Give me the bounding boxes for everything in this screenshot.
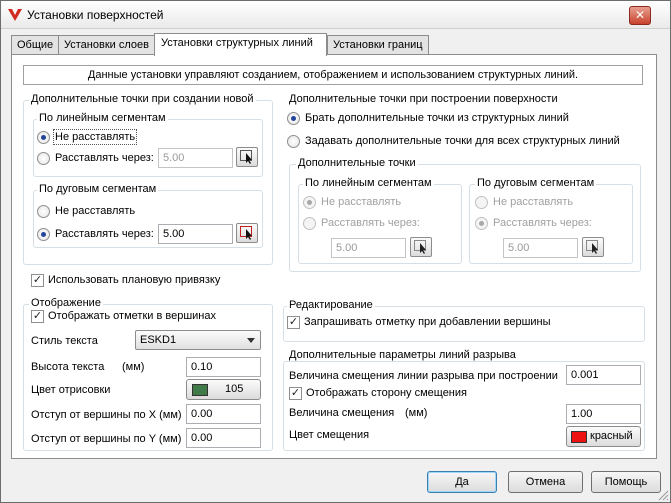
group-left-arc-title: По дуговым сегментам [37, 183, 159, 195]
plan-snap-label[interactable]: Использовать плановую привязку [48, 274, 220, 286]
group-points-on-create-title: Дополнительные точки при создании новой [29, 93, 256, 105]
show-side-checkbox[interactable]: ✓ [289, 387, 302, 400]
show-marks-checkbox[interactable]: ✓ [31, 310, 44, 323]
right-linear-every-radio[interactable] [303, 217, 316, 230]
right-arc-step-input[interactable]: 5.00 [503, 238, 578, 258]
draw-color-label: Цвет отрисовки [31, 384, 111, 396]
window-title: Установки поверхностей [27, 8, 164, 22]
break-offset-unit: (мм) [405, 407, 428, 419]
right-arc-pick-button[interactable] [582, 237, 604, 257]
right-arc-every-radio[interactable] [475, 217, 488, 230]
pick-distance-icon [414, 240, 426, 254]
right-linear-every-label[interactable]: Расставлять через: [321, 217, 420, 229]
left-linear-every-radio[interactable] [37, 152, 50, 165]
checkmark-icon: ✓ [32, 310, 43, 322]
left-linear-none-radio[interactable] [37, 131, 50, 144]
break-offset-build-label: Величина смещения линии разрыва при пост… [289, 370, 558, 382]
chevron-down-icon [247, 338, 255, 343]
left-arc-step-input[interactable]: 5.00 [158, 224, 233, 244]
left-arc-none-label[interactable]: Не расставлять [55, 205, 135, 217]
take-points-label[interactable]: Брать дополнительные точки из структурны… [305, 112, 569, 124]
break-offset-build-input[interactable]: 0.001 [566, 365, 641, 385]
resize-grip-icon[interactable] [657, 489, 669, 501]
tab-layers[interactable]: Установки слоев [58, 35, 155, 55]
checkmark-icon: ✓ [290, 387, 301, 399]
left-arc-every-radio[interactable] [37, 228, 50, 241]
color-swatch-icon [192, 384, 208, 396]
close-icon: ✕ [634, 8, 646, 22]
left-linear-every-label[interactable]: Расставлять через: [55, 152, 154, 164]
show-side-label[interactable]: Отображать сторону смещения [306, 387, 467, 399]
left-arc-none-radio[interactable] [37, 205, 50, 218]
take-points-radio[interactable] [287, 112, 300, 125]
right-linear-none-label[interactable]: Не расставлять [321, 196, 401, 208]
pick-distance-icon [240, 226, 252, 240]
break-color-button[interactable]: красный [566, 426, 641, 447]
plan-snap-checkbox[interactable]: ✓ [31, 274, 44, 287]
show-marks-label[interactable]: Отображать отметки в вершинах [48, 310, 216, 322]
group-right-linear-title: По линейным сегментам [303, 177, 434, 189]
break-color-value: красный [590, 430, 633, 442]
set-points-radio[interactable] [287, 135, 300, 148]
set-points-label[interactable]: Задавать дополнительные точки для всех с… [305, 135, 620, 147]
right-arc-none-radio[interactable] [475, 196, 488, 209]
draw-color-button[interactable]: 105 [186, 379, 261, 400]
checkmark-icon: ✓ [288, 316, 299, 328]
group-right-arc-title: По дуговым сегментам [475, 177, 597, 189]
title-bar: Установки поверхностей ✕ [1, 1, 670, 29]
break-offset-input[interactable]: 1.00 [566, 404, 641, 424]
right-linear-pick-button[interactable] [410, 237, 432, 257]
left-arc-every-label[interactable]: Расставлять через: [55, 228, 154, 240]
text-style-label: Стиль текста [31, 335, 98, 347]
left-linear-none-label[interactable]: Не расставлять [52, 129, 138, 145]
offset-y-input[interactable]: 0.00 [186, 428, 261, 448]
color-swatch-icon [571, 431, 587, 443]
help-button[interactable]: Помощь [591, 471, 661, 493]
right-linear-none-radio[interactable] [303, 196, 316, 209]
group-break-lines-title: Дополнительные параметры линий разрыва [287, 349, 518, 361]
checkmark-icon: ✓ [32, 274, 43, 286]
text-style-select[interactable]: ESKD1 [135, 330, 261, 350]
text-height-unit: (мм) [122, 361, 145, 373]
tab-structure-lines-active[interactable]: Установки структурных линий [154, 33, 327, 56]
text-style-value: ESKD1 [140, 334, 177, 346]
group-display-title: Отображение [29, 297, 103, 309]
ok-button[interactable]: Да [427, 471, 497, 493]
offset-x-label: Отступ от вершины по X (мм) [31, 409, 182, 421]
offset-y-label: Отступ от вершины по Y (мм) [31, 433, 182, 445]
left-linear-pick-button[interactable] [236, 147, 258, 167]
ask-mark-label[interactable]: Запрашивать отметку при добавлении верши… [304, 316, 551, 328]
group-left-linear-title: По линейным сегментам [37, 112, 168, 124]
draw-color-value: 105 [225, 383, 244, 395]
offset-x-input[interactable]: 0.00 [186, 404, 261, 424]
tab-general[interactable]: Общие [11, 35, 60, 55]
right-linear-step-input[interactable]: 5.00 [331, 238, 406, 258]
left-linear-step-input[interactable]: 5.00 [158, 148, 233, 168]
group-right-sub-title: Дополнительные точки [296, 157, 418, 169]
pick-distance-icon [240, 150, 252, 164]
left-arc-pick-button[interactable] [236, 223, 258, 243]
text-height-label: Высота текста [31, 361, 105, 373]
break-offset-label: Величина смещения [289, 407, 395, 419]
surface-settings-dialog: Установки поверхностей ✕ Общие Установки… [0, 0, 671, 503]
right-arc-every-label[interactable]: Расставлять через: [493, 217, 592, 229]
group-editing-title: Редактирование [287, 299, 375, 311]
group-points-on-build-title: Дополнительные точки при построении пове… [287, 93, 560, 105]
tab-borders[interactable]: Установки границ [327, 35, 429, 55]
info-text: Данные установки управляют созданием, от… [23, 65, 643, 85]
ask-mark-checkbox[interactable]: ✓ [287, 316, 300, 329]
break-color-label: Цвет смещения [289, 429, 370, 441]
right-arc-none-label[interactable]: Не расставлять [493, 196, 573, 208]
app-logo-icon [8, 9, 22, 21]
pick-distance-icon [586, 240, 598, 254]
close-button[interactable]: ✕ [629, 6, 651, 25]
text-height-input[interactable]: 0.10 [186, 357, 261, 377]
cancel-button[interactable]: Отмена [508, 471, 583, 493]
